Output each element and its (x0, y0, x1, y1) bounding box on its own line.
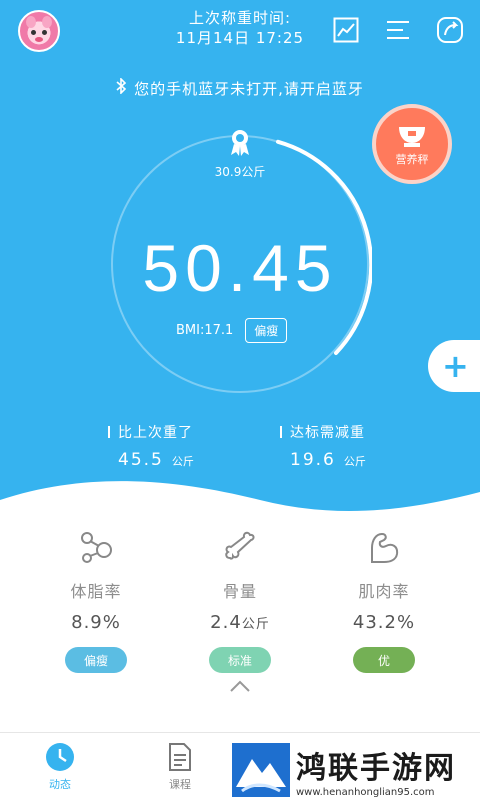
site-watermark: 鸿联手游网 www.henanhonglian95.com (232, 740, 480, 800)
metric-name: 骨量 (222, 582, 257, 601)
metric-value: 2.4 (210, 612, 242, 633)
watermark-name: 鸿联手游网 (296, 750, 456, 786)
chart-trend-icon[interactable] (330, 14, 362, 46)
metric-badge: 标准 (209, 647, 271, 673)
metric-badge: 偏瘦 (65, 647, 127, 673)
bmi-value: BMI:17.1 (176, 323, 234, 338)
document-icon (169, 742, 191, 771)
plus-icon: + (442, 347, 469, 385)
goal-remaining-unit: 公斤 (343, 455, 366, 468)
clock-icon (46, 742, 74, 771)
compare-last-label: 比上次重了 (108, 422, 194, 442)
metric-name: 肌肉率 (358, 582, 410, 601)
metric-value: 8.9% (71, 612, 121, 633)
compare-last: 比上次重了 45.5 公斤 (108, 422, 194, 470)
last-weigh-time: 11月14日 17:25 (175, 29, 305, 47)
tab-label: 课程 (169, 777, 191, 791)
goal-remaining-label: 达标需减重 (280, 422, 366, 442)
bluetooth-notice-text: 您的手机蓝牙未打开,请开启蓝牙 (134, 80, 364, 98)
metric-value: 43.2% (352, 612, 416, 633)
tab-course[interactable]: 课程 (120, 733, 240, 800)
goal-remaining: 达标需减重 19.6 公斤 (280, 422, 366, 470)
muscle-arm-icon (371, 532, 399, 563)
medal-icon (231, 130, 249, 156)
metric-name: 体脂率 (70, 582, 122, 601)
metric-bone-mass[interactable]: 骨量 2.4公斤 标准 (180, 528, 300, 673)
user-avatar[interactable] (18, 10, 60, 52)
bmi-tag[interactable]: 偏瘦 (245, 318, 288, 343)
watermark-url: www.henanhonglian95.com (296, 786, 435, 798)
compare-last-unit: 公斤 (171, 455, 194, 468)
chevron-up-icon[interactable] (228, 678, 252, 694)
share-icon[interactable] (434, 14, 466, 46)
menu-lines-icon[interactable] (382, 14, 414, 46)
bmi-row: BMI:17.1 偏瘦 (176, 318, 288, 343)
bone-icon (225, 531, 255, 560)
scale-icon (399, 127, 425, 147)
goal-remaining-value: 19.6 (290, 450, 336, 470)
last-weigh-label: 上次称重时间: (188, 9, 292, 27)
body-metrics: 体脂率 8.9% 偏瘦 骨量 2.4公斤 标准 肌肉率 43.2% 优 (0, 528, 480, 673)
add-record-button[interactable]: + (428, 340, 480, 392)
current-weight: 50.45 (142, 231, 338, 305)
bluetooth-notice[interactable]: 您的手机蓝牙未打开,请开启蓝牙 (0, 77, 480, 99)
last-weigh-info: 上次称重时间: 11月14日 17:25 (160, 8, 320, 48)
metric-body-fat[interactable]: 体脂率 8.9% 偏瘦 (36, 528, 156, 673)
bluetooth-icon (116, 77, 127, 98)
molecule-icon (81, 532, 112, 563)
metric-muscle-rate[interactable]: 肌肉率 43.2% 优 (324, 528, 444, 673)
tab-dynamic[interactable]: 动态 (0, 733, 120, 800)
tab-label: 动态 (49, 777, 71, 791)
metric-badge: 优 (353, 647, 415, 673)
compare-last-value: 45.5 (118, 450, 164, 470)
watermark-logo (232, 743, 290, 797)
header-actions (330, 14, 466, 46)
target-weight: 30.9公斤 (214, 165, 266, 179)
metric-unit: 公斤 (241, 617, 270, 632)
